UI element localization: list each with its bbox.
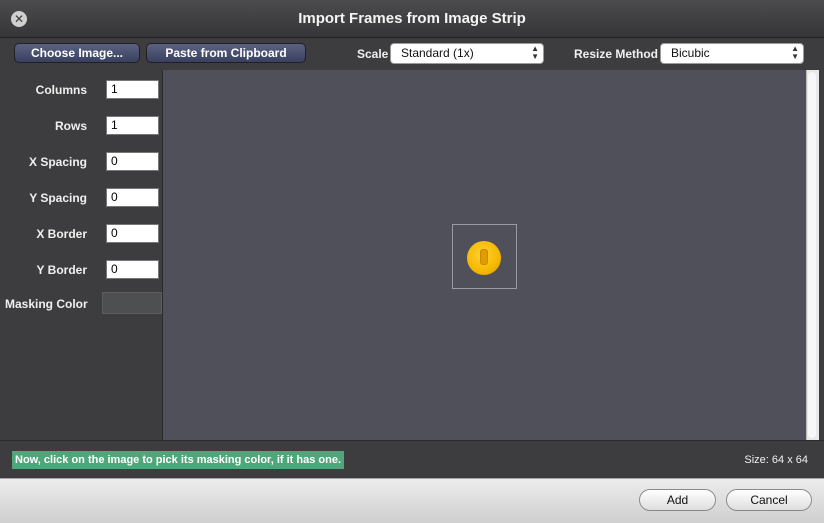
cancel-button[interactable]: Cancel — [726, 489, 812, 511]
rows-label: Rows — [54, 119, 87, 133]
coin-slot — [480, 249, 488, 265]
add-button[interactable]: Add — [639, 489, 716, 511]
resize-method-select[interactable]: Bicubic ▲ ▼ — [660, 43, 804, 64]
y-spacing-field[interactable]: 0 — [106, 188, 159, 207]
paste-from-clipboard-button[interactable]: Paste from Clipboard — [146, 43, 306, 63]
coin-icon — [467, 241, 501, 275]
choose-image-button[interactable]: Choose Image... — [14, 43, 140, 63]
y-border-field[interactable]: 0 — [106, 260, 159, 279]
masking-color-label: Masking Color — [5, 297, 88, 311]
image-size-label: Size: 64 x 64 — [744, 454, 808, 466]
frame-preview[interactable] — [452, 224, 517, 289]
settings-panel: Columns 1 Rows 1 X Spacing 0 Y Spacing 0… — [4, 70, 163, 440]
y-border-label: Y Border — [36, 263, 87, 277]
scrollbar-thumb[interactable] — [808, 72, 816, 438]
columns-label: Columns — [35, 83, 87, 97]
select-arrows-icon: ▲ ▼ — [531, 44, 539, 61]
x-border-field[interactable]: 0 — [106, 224, 159, 243]
scale-label: Scale — [357, 47, 389, 61]
masking-hint: Now, click on the image to pick its mask… — [12, 451, 344, 469]
import-frames-dialog: ✕ Import Frames from Image Strip Choose … — [0, 0, 824, 523]
columns-field[interactable]: 1 — [106, 80, 159, 99]
masking-color-swatch[interactable] — [102, 292, 162, 314]
scale-select-value: Standard (1x) — [401, 46, 474, 60]
select-arrows-icon: ▲ ▼ — [791, 44, 799, 61]
rows-field[interactable]: 1 — [106, 116, 159, 135]
scale-select[interactable]: Standard (1x) ▲ ▼ — [390, 43, 544, 64]
x-spacing-label: X Spacing — [28, 155, 87, 169]
x-border-label: X Border — [36, 227, 87, 241]
x-spacing-field[interactable]: 0 — [106, 152, 159, 171]
y-spacing-label: Y Spacing — [29, 191, 87, 205]
title-bar: ✕ Import Frames from Image Strip — [0, 0, 824, 38]
toolbar: Choose Image... Paste from Clipboard Sca… — [0, 38, 824, 70]
status-bar: Now, click on the image to pick its mask… — [0, 440, 824, 478]
button-bar: Add Cancel — [0, 478, 824, 523]
resize-method-select-value: Bicubic — [671, 46, 710, 60]
resize-method-label: Resize Method — [574, 47, 659, 61]
window-title: Import Frames from Image Strip — [298, 10, 526, 27]
